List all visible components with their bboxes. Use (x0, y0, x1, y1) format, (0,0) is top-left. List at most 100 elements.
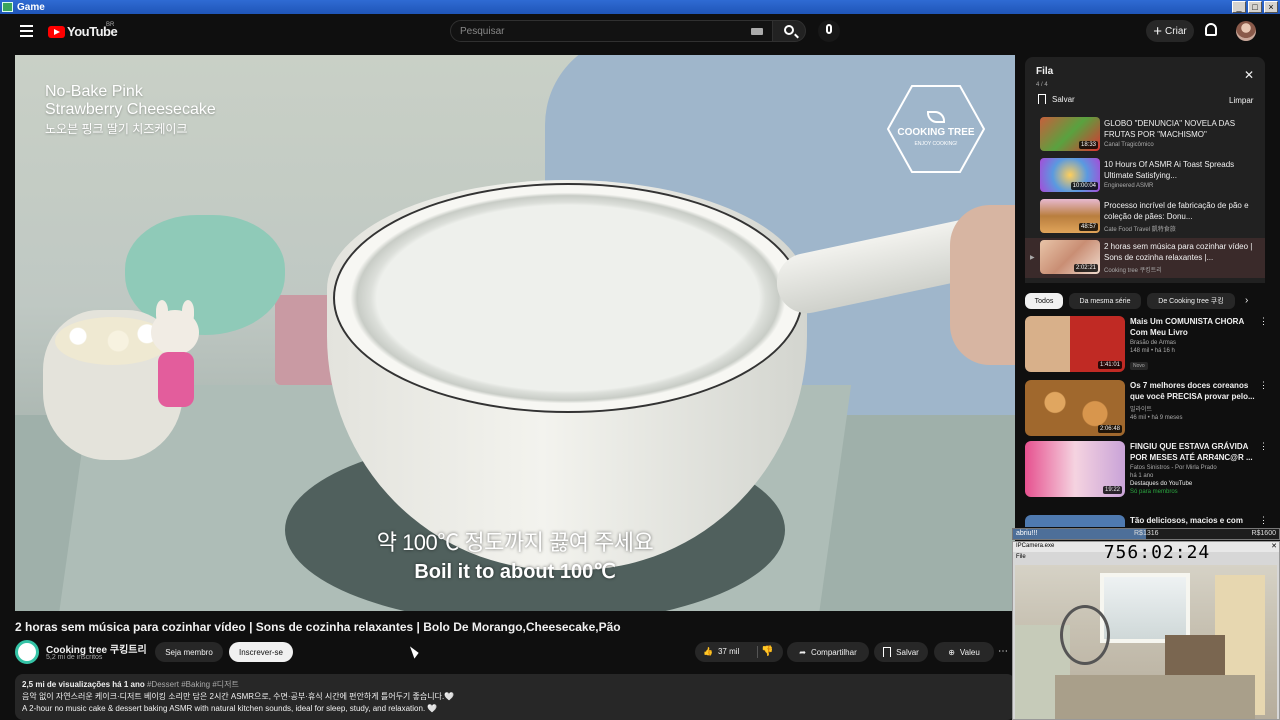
queue-item-channel: Engineered ASMR (1104, 183, 1154, 189)
more-vert-icon[interactable]: ⋮ (1259, 515, 1268, 526)
overlay-title-line2: Strawberry Cheesecake (45, 101, 216, 118)
recommendation-highlight: Destaques do YouTube (1130, 481, 1193, 487)
search-icon (784, 25, 794, 35)
recommendation-stats: há 1 ano (1130, 473, 1154, 479)
description-meta: 2,5 mi de visualizações há 1 ano #Desser… (22, 679, 1008, 691)
recommendation-thumbnail (1025, 515, 1125, 527)
recommendation-title: Tão deliciosos, macios e com (1130, 516, 1243, 525)
camera-title: IPCamera.exe (1016, 543, 1055, 549)
queue-clear-button[interactable]: Limpar (1229, 96, 1253, 105)
cam-room-floor (1055, 675, 1255, 719)
save-button[interactable]: Salvar (874, 642, 928, 662)
close-icon[interactable]: ✕ (1244, 68, 1254, 82)
chip-same-series[interactable]: Da mesma série (1069, 293, 1141, 309)
queue-thumbnail: 18:33 (1040, 117, 1100, 151)
search-input[interactable] (460, 26, 740, 37)
video-toy-figure (148, 300, 208, 425)
like-button[interactable]: 👍 37 mil (703, 647, 739, 656)
search-button[interactable] (772, 20, 806, 42)
recommendation-duration: 19:22 (1102, 486, 1122, 494)
subscribe-button[interactable]: Inscrever-se (229, 642, 293, 662)
description-line-english: A 2-hour no music cake & dessert baking … (22, 704, 438, 713)
recommendation-title: FINGIU QUE ESTAVA GRÁVIDA POR MESES ATÉ … (1130, 442, 1253, 462)
mouse-cursor-icon (409, 644, 421, 659)
create-button[interactable]: + Criar (1146, 20, 1194, 42)
window-title: Game (17, 1, 45, 13)
now-playing-icon: ▶ (1030, 255, 1035, 261)
thumbs-up-icon: 👍 (703, 647, 713, 656)
maximize-button[interactable]: □ (1248, 1, 1262, 13)
search-box[interactable] (450, 20, 773, 42)
recommendation-item[interactable]: Tão deliciosos, macios e com ⋮ (1025, 515, 1270, 527)
os-window-titlebar: Game _ □ × (0, 0, 1280, 14)
minimize-button[interactable]: _ (1232, 1, 1246, 13)
keyboard-icon[interactable] (751, 28, 763, 35)
join-button[interactable]: Seja membro (155, 642, 223, 662)
close-window-button[interactable]: × (1264, 1, 1278, 13)
recommendation-stats: 148 mil • há 16 h (1130, 348, 1175, 354)
badge-title: COOKING TREE (897, 127, 975, 138)
like-count: 37 mil (717, 647, 740, 656)
queue-duration: 18:33 (1078, 141, 1098, 149)
cam-room-chair (1165, 635, 1225, 675)
overlay-title-line1: No-Bake Pink (45, 83, 143, 100)
menu-icon[interactable] (20, 25, 33, 37)
recommendation-channel: Fatos Sinistros - Por Mirla Prado (1130, 465, 1217, 471)
thanks-button[interactable]: ⊕ Valeu (934, 642, 994, 662)
video-saucepan-rim (333, 183, 803, 413)
notifications-bell-icon[interactable] (1205, 23, 1217, 36)
recommendation-thumbnail: 1:41:01 (1025, 316, 1125, 372)
camera-close-icon[interactable]: ✕ (1271, 542, 1277, 550)
members-only-badge: Só para membros (1130, 489, 1178, 495)
country-code: BR (106, 22, 115, 28)
queue-item-title: 2 horas sem música para cozinhar vídeo |… (1104, 242, 1253, 262)
share-button[interactable]: ➦ Compartilhar (787, 642, 869, 662)
badge-subtitle: ENJOY COOKING! (914, 141, 958, 147)
stream-timer: 756:02:24 (1103, 542, 1211, 563)
video-title: 2 horas sem música para cozinhar vídeo |… (15, 620, 621, 634)
queue-item[interactable]: 18:33 GLOBO "DENUNCIA" NOVELA DAS FRUTAS… (1025, 115, 1265, 155)
camera-feed (1015, 565, 1277, 719)
video-player[interactable]: No-Bake Pink Strawberry Cheesecake 노오븐 핑… (15, 55, 1015, 611)
view-count: 2,5 mi de visualizações (22, 680, 111, 689)
bookmark-icon (883, 647, 892, 657)
more-vert-icon[interactable]: ⋮ (1259, 441, 1268, 452)
recommendation-item[interactable]: 19:22 FINGIU QUE ESTAVA GRÁVIDA POR MESE… (1025, 441, 1270, 511)
voice-search-button[interactable] (818, 20, 840, 42)
queue-duration: 2:02:21 (1073, 264, 1098, 272)
queue-item-current[interactable]: ▶ 2:02:21 2 horas sem música para cozinh… (1025, 238, 1265, 278)
thumbs-down-icon[interactable]: 👎 (761, 646, 773, 657)
cam-room-fan (1060, 605, 1110, 665)
account-avatar[interactable] (1236, 21, 1256, 41)
donation-goal: R$1600 (1251, 530, 1276, 537)
channel-avatar[interactable] (15, 640, 39, 664)
queue-item[interactable]: 10:00:04 10 Hours Of ASMR Ai Toast Sprea… (1025, 156, 1265, 196)
chip-from-channel[interactable]: De Cooking tree 쿠킹 (1147, 293, 1235, 309)
recommendation-stats: 46 mil • há 9 meses (1130, 415, 1183, 421)
donation-goal-bar: abriu!!! R$1316 R$1600 (1012, 528, 1280, 540)
description-box[interactable]: 2,5 mi de visualizações há 1 ano #Desser… (15, 674, 1015, 720)
create-label: Criar (1165, 25, 1187, 37)
recommendation-duration: 1:41:01 (1097, 361, 1122, 369)
recommendation-title: Os 7 melhores doces coreanos que você PR… (1130, 381, 1255, 401)
chevron-right-icon[interactable]: › (1245, 295, 1248, 306)
overlay-title-korean: 노오븐 핑크 딸기 치즈케이크 (45, 122, 188, 136)
queue-item[interactable]: 48:57 Processo incrível de fabricação de… (1025, 197, 1265, 237)
more-actions-icon[interactable]: ⋯ (998, 646, 1008, 657)
recommendation-item[interactable]: 1:41:01 Mais Um COMUNISTA CHORA Com Meu … (1025, 316, 1270, 376)
recommendation-item[interactable]: 2:06:48 Os 7 melhores doces coreanos que… (1025, 380, 1270, 440)
donation-label: abriu!!! (1016, 530, 1038, 537)
queue-save-button[interactable]: Salvar (1038, 94, 1075, 104)
description-tags[interactable]: #Dessert #Baking #디저트 (147, 680, 239, 689)
queue-duration: 48:57 (1078, 223, 1098, 231)
save-label: Salvar (896, 647, 919, 657)
more-vert-icon[interactable]: ⋮ (1259, 316, 1268, 327)
chip-all[interactable]: Todos (1025, 293, 1063, 309)
camera-file-menu[interactable]: File (1016, 554, 1026, 560)
plus-icon: + (1153, 22, 1163, 40)
recommendation-title: Mais Um COMUNISTA CHORA Com Meu Livro (1130, 317, 1244, 337)
super-thanks-icon: ⊕ (948, 647, 955, 657)
more-vert-icon[interactable]: ⋮ (1259, 380, 1268, 391)
queue-thumbnail: 48:57 (1040, 199, 1100, 233)
donation-current: R$1316 (1134, 530, 1159, 537)
